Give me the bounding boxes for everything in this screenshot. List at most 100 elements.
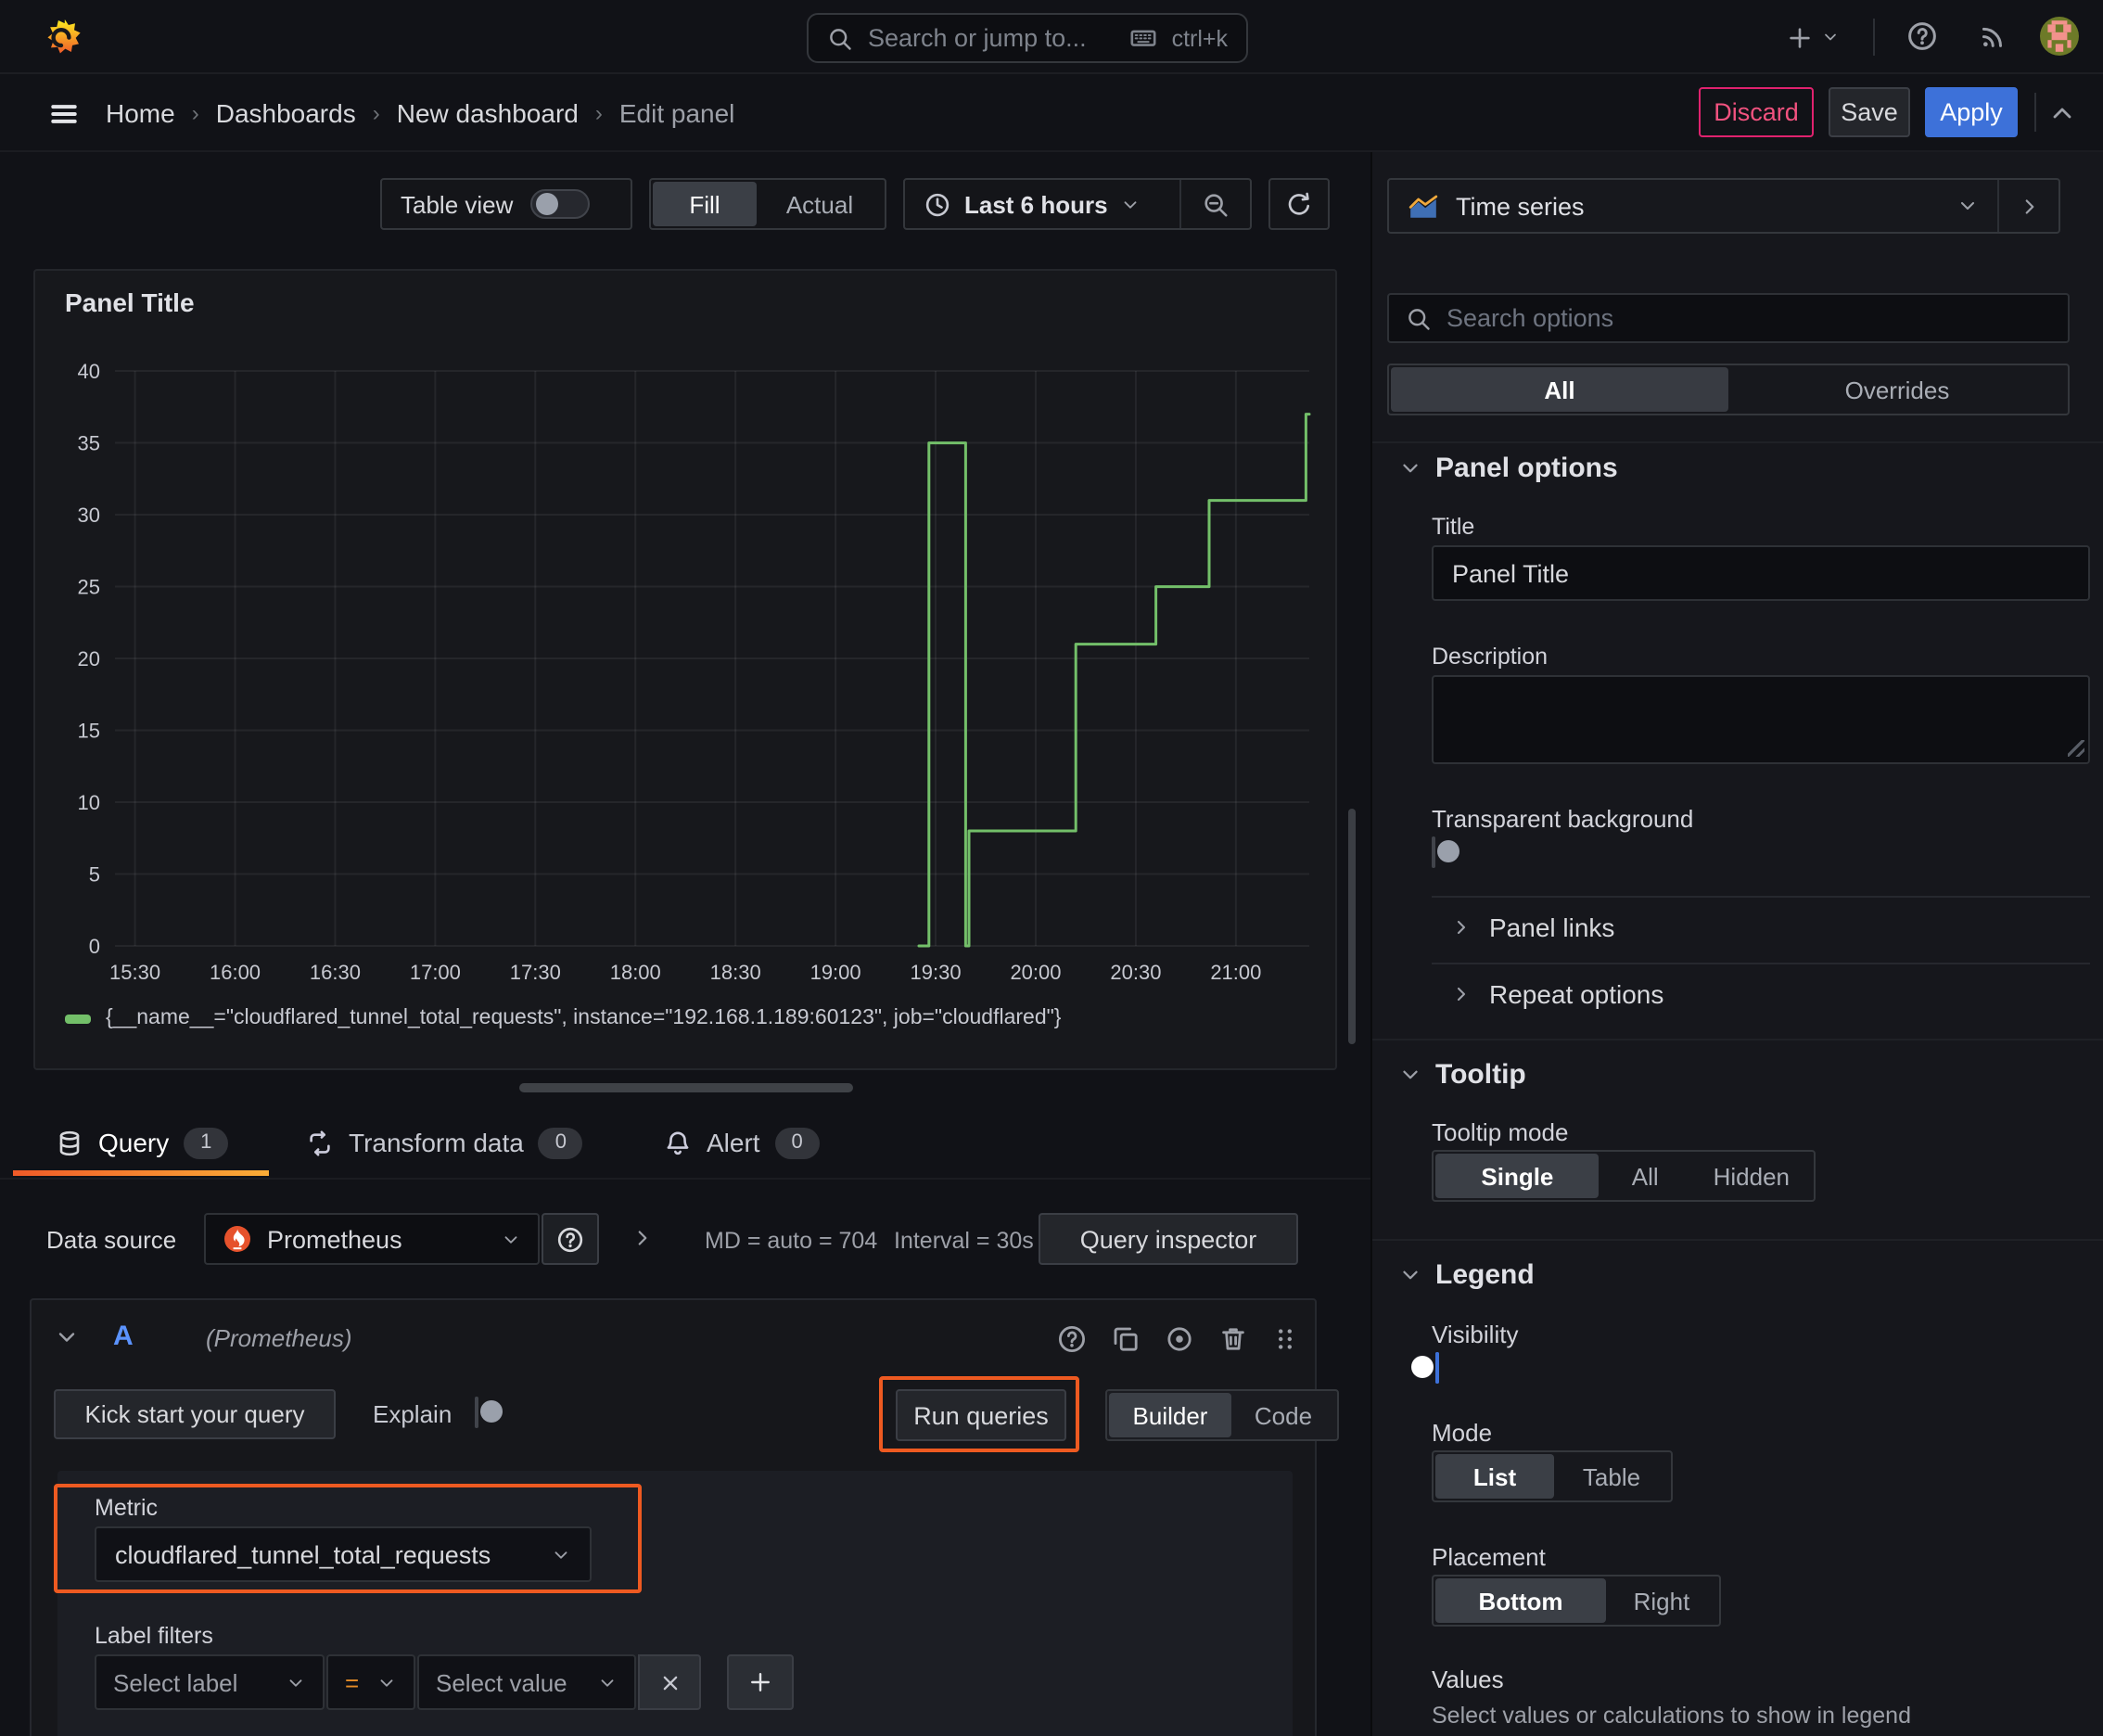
tooltip-mode-all[interactable]: All bbox=[1600, 1154, 1691, 1198]
chart-legend-item[interactable]: {__name__="cloudflared_tunnel_total_requ… bbox=[65, 1007, 1061, 1029]
mega-menu-button[interactable] bbox=[48, 98, 80, 130]
chevron-down-icon bbox=[286, 1672, 306, 1692]
add-new-button[interactable] bbox=[1786, 15, 1840, 59]
svg-text:17:00: 17:00 bbox=[410, 961, 461, 984]
search-options-box[interactable]: Search options bbox=[1387, 293, 2070, 343]
transparent-background-label: Transparent background bbox=[1432, 805, 1694, 833]
save-button[interactable]: Save bbox=[1829, 87, 1910, 137]
repeat-options-label: Repeat options bbox=[1489, 979, 1664, 1009]
builder-option[interactable]: Builder bbox=[1109, 1393, 1231, 1437]
tab-alert-count: 0 bbox=[774, 1127, 820, 1158]
collapse-options-button[interactable] bbox=[1999, 180, 2058, 232]
datasource-picker[interactable]: Prometheus bbox=[204, 1213, 540, 1265]
query-disable-button[interactable] bbox=[1165, 1324, 1194, 1354]
panel-title[interactable]: Panel Title bbox=[65, 287, 195, 317]
table-view-toggle[interactable] bbox=[529, 189, 590, 219]
help-button[interactable] bbox=[1906, 20, 1938, 52]
select-value-dropdown[interactable]: Select value bbox=[417, 1654, 636, 1710]
query-duplicate-button[interactable] bbox=[1111, 1324, 1141, 1354]
breadcrumb-edit-panel: Edit panel bbox=[618, 97, 735, 127]
tab-overrides[interactable]: Overrides bbox=[1728, 367, 2066, 412]
legend-values-hint: Select values or calculations to show in… bbox=[1432, 1703, 1911, 1729]
code-option[interactable]: Code bbox=[1231, 1393, 1335, 1437]
fill-actual-switch: Fill Actual bbox=[649, 178, 886, 230]
breadcrumb-dashboards[interactable]: Dashboards bbox=[216, 97, 356, 127]
legend-mode-table[interactable]: Table bbox=[1554, 1454, 1669, 1499]
tooltip-header[interactable]: Tooltip bbox=[1398, 1059, 1526, 1091]
tab-transform[interactable]: Transform data 0 bbox=[306, 1109, 583, 1176]
actual-option[interactable]: Actual bbox=[757, 182, 883, 226]
chevron-down-icon bbox=[1121, 194, 1141, 214]
user-avatar[interactable] bbox=[2040, 17, 2079, 56]
chevron-down-icon bbox=[1398, 1063, 1422, 1087]
clock-icon bbox=[924, 190, 951, 218]
editor-tabs: Query 1 Transform data 0 Alert 0 bbox=[0, 1109, 1370, 1180]
svg-text:15:30: 15:30 bbox=[109, 961, 160, 984]
grafana-logo[interactable] bbox=[37, 15, 82, 59]
metric-select[interactable]: cloudflared_tunnel_total_requests bbox=[95, 1526, 592, 1582]
datasource-help-button[interactable] bbox=[542, 1213, 599, 1265]
time-range-button[interactable]: Last 6 hours bbox=[905, 180, 1179, 228]
chevron-down-icon bbox=[551, 1544, 571, 1564]
add-filter-button[interactable] bbox=[727, 1654, 794, 1710]
zoom-out-button[interactable] bbox=[1181, 180, 1250, 228]
svg-text:16:00: 16:00 bbox=[210, 961, 261, 984]
operator-dropdown[interactable]: = bbox=[326, 1654, 415, 1710]
kick-start-query-button[interactable]: Kick start your query bbox=[54, 1389, 336, 1439]
tab-query[interactable]: Query 1 bbox=[56, 1109, 229, 1176]
explain-toggle[interactable] bbox=[475, 1397, 478, 1428]
run-queries-button[interactable]: Run queries bbox=[896, 1389, 1066, 1441]
global-search-box[interactable]: Search or jump to... ctrl+k bbox=[807, 13, 1248, 63]
refresh-button[interactable] bbox=[1268, 178, 1330, 230]
query-drag-handle[interactable] bbox=[1270, 1324, 1300, 1354]
legend-visibility-label: Visibility bbox=[1432, 1321, 1519, 1348]
search-placeholder: Search or jump to... bbox=[868, 24, 1087, 52]
query-ref-id[interactable]: A bbox=[113, 1321, 134, 1352]
metric-label: Metric bbox=[95, 1495, 159, 1521]
panel-title-input[interactable] bbox=[1432, 545, 2090, 601]
legend-series-label: {__name__="cloudflared_tunnel_total_requ… bbox=[106, 1007, 1062, 1029]
fill-option[interactable]: Fill bbox=[653, 182, 757, 226]
viz-type-select[interactable]: Time series bbox=[1389, 180, 1997, 232]
remove-filter-button[interactable] bbox=[638, 1654, 701, 1710]
legend-mode-list[interactable]: List bbox=[1435, 1454, 1554, 1499]
plus-icon bbox=[1786, 23, 1814, 51]
query-help-button[interactable] bbox=[1057, 1324, 1087, 1354]
tab-all[interactable]: All bbox=[1391, 367, 1728, 412]
eye-icon bbox=[1165, 1324, 1194, 1354]
query-delete-button[interactable] bbox=[1218, 1324, 1248, 1354]
textarea-resize-handle[interactable] bbox=[2068, 740, 2084, 757]
panel-links-row[interactable]: Panel links bbox=[1450, 913, 1614, 942]
select-label-dropdown[interactable]: Select label bbox=[95, 1654, 325, 1710]
apply-button[interactable]: Apply bbox=[1925, 87, 2018, 137]
query-inspector-button[interactable]: Query inspector bbox=[1039, 1213, 1298, 1265]
tab-alert[interactable]: Alert 0 bbox=[664, 1109, 820, 1176]
legend-mode-switch: List Table bbox=[1432, 1450, 1673, 1502]
transparent-background-toggle[interactable] bbox=[1432, 836, 1435, 868]
pane-resize-handle[interactable] bbox=[519, 1083, 853, 1092]
query-options-expand[interactable] bbox=[631, 1226, 655, 1250]
legend-series-color bbox=[65, 1014, 91, 1023]
news-button[interactable] bbox=[1977, 20, 2008, 52]
explain-label: Explain bbox=[373, 1400, 452, 1428]
svg-text:10: 10 bbox=[78, 791, 100, 814]
tooltip-mode-single[interactable]: Single bbox=[1435, 1154, 1600, 1198]
svg-text:21:00: 21:00 bbox=[1210, 961, 1261, 984]
repeat-options-row[interactable]: Repeat options bbox=[1450, 979, 1663, 1009]
search-icon bbox=[827, 25, 853, 51]
collapse-header-button[interactable] bbox=[2047, 98, 2077, 128]
legend-header[interactable]: Legend bbox=[1398, 1259, 1535, 1291]
tooltip-mode-hidden[interactable]: Hidden bbox=[1691, 1154, 1812, 1198]
description-textarea[interactable] bbox=[1432, 675, 2090, 764]
breadcrumb-home[interactable]: Home bbox=[106, 97, 175, 127]
legend-placement-bottom[interactable]: Bottom bbox=[1435, 1578, 1606, 1623]
svg-text:19:00: 19:00 bbox=[810, 961, 861, 984]
breadcrumb-new-dashboard[interactable]: New dashboard bbox=[397, 97, 579, 127]
vertical-scrollbar-thumb[interactable] bbox=[1348, 809, 1356, 1044]
query-collapse-button[interactable] bbox=[54, 1324, 80, 1350]
discard-button[interactable]: Discard bbox=[1699, 87, 1814, 137]
panel-options-header[interactable]: Panel options bbox=[1398, 453, 1618, 484]
options-tabs: All Overrides bbox=[1387, 364, 2070, 415]
legend-visibility-toggle[interactable] bbox=[1435, 1352, 1439, 1384]
legend-placement-right[interactable]: Right bbox=[1606, 1578, 1717, 1623]
